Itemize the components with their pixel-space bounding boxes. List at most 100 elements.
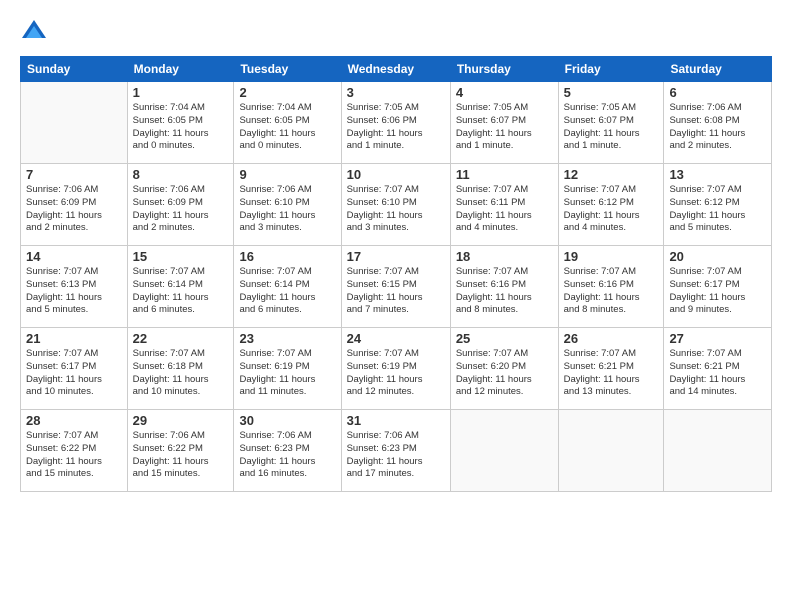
day-number: 31 — [347, 413, 445, 428]
day-info: Sunrise: 7:07 AM Sunset: 6:12 PM Dayligh… — [669, 184, 766, 235]
day-cell: 19Sunrise: 7:07 AM Sunset: 6:16 PM Dayli… — [558, 246, 664, 328]
day-cell: 28 Sunrise: 7:07 AM Sunset: 6:22 PM Dayli… — [21, 410, 128, 492]
day-info: Sunrise: 7:06 AM Sunset: 6:22 PM Dayligh… — [133, 430, 229, 481]
day-number: 13 — [669, 167, 766, 182]
day-info: Sunrise: 7:07 AM Sunset: 6:19 PM Dayligh… — [239, 348, 335, 399]
day-number: 27 — [669, 331, 766, 346]
day-number: 8 — [133, 167, 229, 182]
day-info: Sunrise: 7:06 AM Sunset: 6:09 PM Dayligh… — [26, 184, 122, 235]
day-cell: 21 Sunrise: 7:07 AM Sunset: 6:17 PM Dayli… — [21, 328, 128, 410]
day-cell: 23 Sunrise: 7:07 AM Sunset: 6:19 PM Dayli… — [234, 328, 341, 410]
header-day-sunday: Sunday — [21, 57, 128, 82]
day-info: Sunrise: 7:06 AM Sunset: 6:23 PM Dayligh… — [239, 430, 335, 481]
page: SundayMondayTuesdayWednesdayThursdayFrid… — [0, 0, 792, 502]
day-cell — [558, 410, 664, 492]
day-cell — [664, 410, 772, 492]
header-day-monday: Monday — [127, 57, 234, 82]
day-info: Sunrise: 7:05 AM Sunset: 6:07 PM Dayligh… — [564, 102, 659, 153]
day-number: 15 — [133, 249, 229, 264]
day-cell: 22Sunrise: 7:07 AM Sunset: 6:18 PM Dayli… — [127, 328, 234, 410]
logo-icon — [20, 18, 48, 46]
day-number: 16 — [239, 249, 335, 264]
day-number: 29 — [133, 413, 229, 428]
day-cell: 16 Sunrise: 7:07 AM Sunset: 6:14 PM Dayli… — [234, 246, 341, 328]
day-cell: 20 Sunrise: 7:07 AM Sunset: 6:17 PM Dayli… — [664, 246, 772, 328]
day-number: 5 — [564, 85, 659, 100]
week-row-2: 14 Sunrise: 7:07 AM Sunset: 6:13 PM Dayli… — [21, 246, 772, 328]
day-cell: 12Sunrise: 7:07 AM Sunset: 6:12 PM Dayli… — [558, 164, 664, 246]
day-number: 7 — [26, 167, 122, 182]
calendar-table: SundayMondayTuesdayWednesdayThursdayFrid… — [20, 56, 772, 492]
day-number: 20 — [669, 249, 766, 264]
day-cell — [450, 410, 558, 492]
day-number: 3 — [347, 85, 445, 100]
week-row-3: 21 Sunrise: 7:07 AM Sunset: 6:17 PM Dayli… — [21, 328, 772, 410]
week-row-1: 7 Sunrise: 7:06 AM Sunset: 6:09 PM Daylig… — [21, 164, 772, 246]
day-info: Sunrise: 7:05 AM Sunset: 6:07 PM Dayligh… — [456, 102, 553, 153]
day-info: Sunrise: 7:07 AM Sunset: 6:16 PM Dayligh… — [564, 266, 659, 317]
day-cell: 31 Sunrise: 7:06 AM Sunset: 6:23 PM Dayli… — [341, 410, 450, 492]
day-cell: 9 Sunrise: 7:06 AM Sunset: 6:10 PM Daylig… — [234, 164, 341, 246]
day-cell: 26Sunrise: 7:07 AM Sunset: 6:21 PM Dayli… — [558, 328, 664, 410]
header-day-friday: Friday — [558, 57, 664, 82]
day-number: 9 — [239, 167, 335, 182]
day-cell: 1Sunrise: 7:04 AM Sunset: 6:05 PM Daylig… — [127, 82, 234, 164]
day-cell: 24 Sunrise: 7:07 AM Sunset: 6:19 PM Dayli… — [341, 328, 450, 410]
calendar-body: 1Sunrise: 7:04 AM Sunset: 6:05 PM Daylig… — [21, 82, 772, 492]
logo — [20, 18, 52, 46]
day-number: 6 — [669, 85, 766, 100]
day-info: Sunrise: 7:06 AM Sunset: 6:09 PM Dayligh… — [133, 184, 229, 235]
day-info: Sunrise: 7:06 AM Sunset: 6:08 PM Dayligh… — [669, 102, 766, 153]
day-number: 18 — [456, 249, 553, 264]
day-info: Sunrise: 7:04 AM Sunset: 6:05 PM Dayligh… — [239, 102, 335, 153]
day-number: 24 — [347, 331, 445, 346]
header-day-wednesday: Wednesday — [341, 57, 450, 82]
day-info: Sunrise: 7:07 AM Sunset: 6:17 PM Dayligh… — [26, 348, 122, 399]
day-number: 26 — [564, 331, 659, 346]
day-number: 12 — [564, 167, 659, 182]
header-row: SundayMondayTuesdayWednesdayThursdayFrid… — [21, 57, 772, 82]
day-info: Sunrise: 7:05 AM Sunset: 6:06 PM Dayligh… — [347, 102, 445, 153]
day-info: Sunrise: 7:07 AM Sunset: 6:21 PM Dayligh… — [669, 348, 766, 399]
day-cell: 29 Sunrise: 7:06 AM Sunset: 6:22 PM Dayli… — [127, 410, 234, 492]
day-info: Sunrise: 7:07 AM Sunset: 6:17 PM Dayligh… — [669, 266, 766, 317]
day-info: Sunrise: 7:04 AM Sunset: 6:05 PM Dayligh… — [133, 102, 229, 153]
header-day-thursday: Thursday — [450, 57, 558, 82]
day-number: 17 — [347, 249, 445, 264]
day-number: 30 — [239, 413, 335, 428]
day-number: 23 — [239, 331, 335, 346]
day-cell: 2 Sunrise: 7:04 AM Sunset: 6:05 PM Daylig… — [234, 82, 341, 164]
day-number: 21 — [26, 331, 122, 346]
header-day-saturday: Saturday — [664, 57, 772, 82]
day-number: 14 — [26, 249, 122, 264]
day-info: Sunrise: 7:07 AM Sunset: 6:20 PM Dayligh… — [456, 348, 553, 399]
header-day-tuesday: Tuesday — [234, 57, 341, 82]
day-cell: 7 Sunrise: 7:06 AM Sunset: 6:09 PM Daylig… — [21, 164, 128, 246]
day-cell: 6 Sunrise: 7:06 AM Sunset: 6:08 PM Daylig… — [664, 82, 772, 164]
day-number: 2 — [239, 85, 335, 100]
day-cell: 25 Sunrise: 7:07 AM Sunset: 6:20 PM Dayli… — [450, 328, 558, 410]
day-number: 22 — [133, 331, 229, 346]
header — [20, 18, 772, 46]
day-info: Sunrise: 7:07 AM Sunset: 6:19 PM Dayligh… — [347, 348, 445, 399]
day-number: 10 — [347, 167, 445, 182]
day-number: 25 — [456, 331, 553, 346]
week-row-0: 1Sunrise: 7:04 AM Sunset: 6:05 PM Daylig… — [21, 82, 772, 164]
day-number: 28 — [26, 413, 122, 428]
day-info: Sunrise: 7:07 AM Sunset: 6:13 PM Dayligh… — [26, 266, 122, 317]
day-info: Sunrise: 7:07 AM Sunset: 6:15 PM Dayligh… — [347, 266, 445, 317]
day-cell: 5 Sunrise: 7:05 AM Sunset: 6:07 PM Daylig… — [558, 82, 664, 164]
day-cell: 30 Sunrise: 7:06 AM Sunset: 6:23 PM Dayli… — [234, 410, 341, 492]
day-info: Sunrise: 7:06 AM Sunset: 6:10 PM Dayligh… — [239, 184, 335, 235]
day-cell: 11Sunrise: 7:07 AM Sunset: 6:11 PM Dayli… — [450, 164, 558, 246]
day-cell: 10Sunrise: 7:07 AM Sunset: 6:10 PM Dayli… — [341, 164, 450, 246]
day-info: Sunrise: 7:06 AM Sunset: 6:23 PM Dayligh… — [347, 430, 445, 481]
day-info: Sunrise: 7:07 AM Sunset: 6:11 PM Dayligh… — [456, 184, 553, 235]
day-info: Sunrise: 7:07 AM Sunset: 6:22 PM Dayligh… — [26, 430, 122, 481]
day-cell: 8 Sunrise: 7:06 AM Sunset: 6:09 PM Daylig… — [127, 164, 234, 246]
day-info: Sunrise: 7:07 AM Sunset: 6:14 PM Dayligh… — [133, 266, 229, 317]
day-cell: 18Sunrise: 7:07 AM Sunset: 6:16 PM Dayli… — [450, 246, 558, 328]
day-info: Sunrise: 7:07 AM Sunset: 6:14 PM Dayligh… — [239, 266, 335, 317]
day-cell: 4Sunrise: 7:05 AM Sunset: 6:07 PM Daylig… — [450, 82, 558, 164]
day-cell: 15 Sunrise: 7:07 AM Sunset: 6:14 PM Dayli… — [127, 246, 234, 328]
